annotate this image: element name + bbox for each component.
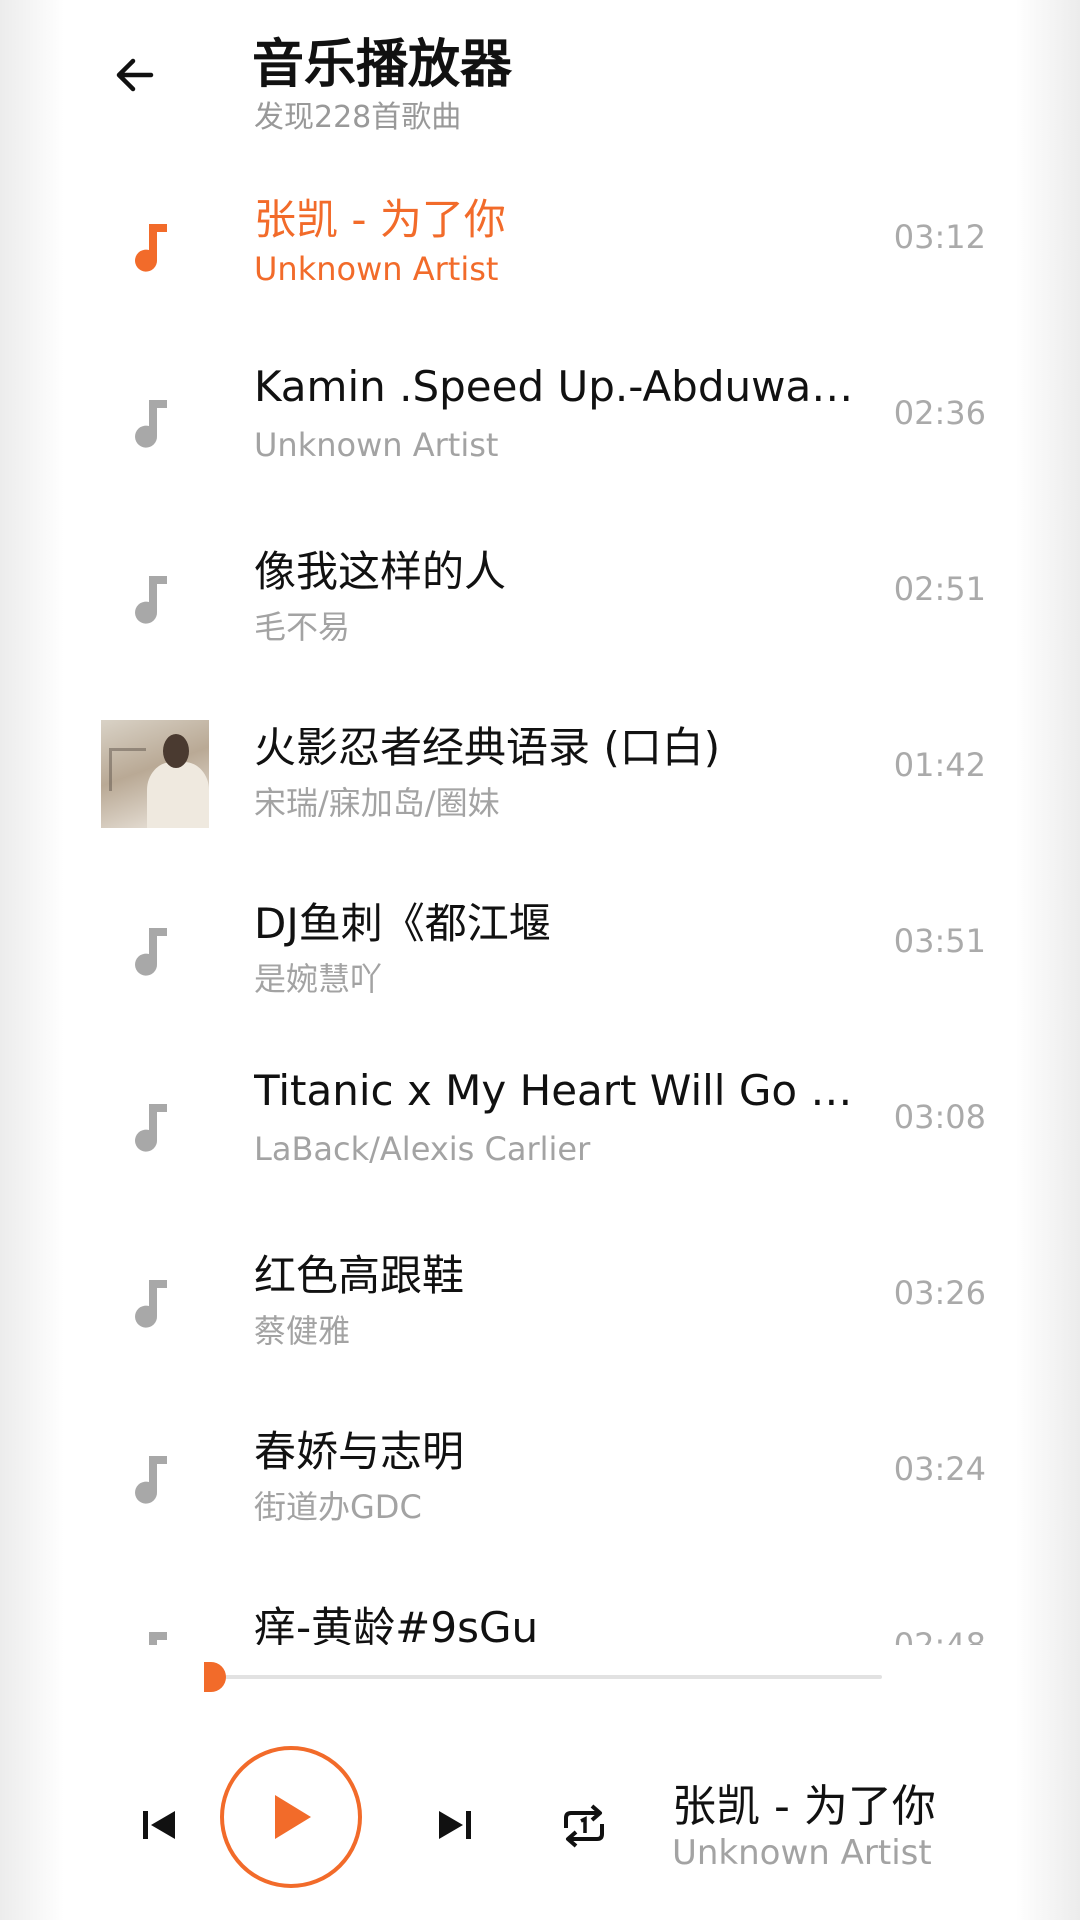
music-note-icon <box>101 192 209 300</box>
cover-lettering <box>109 748 146 791</box>
song-count-subtitle: 发现228首歌曲 <box>254 100 462 135</box>
skip-previous-icon <box>143 1811 175 1839</box>
music-note-icon <box>101 368 209 476</box>
album-cover <box>101 720 209 828</box>
note-shape <box>135 224 167 272</box>
song-artist: LaBack/Alexis Carlier <box>254 1130 591 1168</box>
list-item[interactable]: Kamin .Speed Up.-Abduwa… Unknown Artist … <box>64 336 1016 512</box>
play-button[interactable] <box>220 1746 362 1888</box>
song-duration: 03:26 <box>893 1274 986 1312</box>
song-duration: 03:51 <box>893 922 986 960</box>
song-title: DJ鱼刺《都江堰 <box>254 899 551 948</box>
song-artist: Unknown Artist <box>254 426 499 464</box>
music-note-icon <box>101 896 209 1004</box>
song-duration: 03:08 <box>893 1098 986 1136</box>
song-duration: 02:36 <box>893 394 986 432</box>
song-title: 张凯 - 为了你 <box>254 195 506 244</box>
progress-thumb[interactable] <box>204 1662 226 1692</box>
song-artist: 宋瑞/寐加岛/圈妹 <box>254 784 500 822</box>
song-title: 像我这样的人 <box>254 547 507 596</box>
repeat-button[interactable] <box>546 1788 622 1864</box>
music-player-screen: 音乐播放器 发现228首歌曲 张凯 - 为了你 Unknown Artist 0… <box>0 0 1080 1920</box>
list-item[interactable]: DJ鱼刺《都江堰 是婉慧吖 03:51 <box>64 864 1016 1040</box>
repeat-one-icon <box>564 1804 604 1848</box>
cover-figure <box>147 762 209 828</box>
header: 音乐播放器 发现228首歌曲 <box>0 0 1080 150</box>
music-note-icon <box>101 1072 209 1180</box>
list-item[interactable]: 张凯 - 为了你 Unknown Artist 03:12 <box>64 160 1016 336</box>
song-artist: 街道办GDC <box>254 1488 422 1526</box>
song-title: 痒-黄龄#9sGu <box>254 1603 539 1645</box>
list-item[interactable]: Titanic x My Heart Will Go … LaBack/Alex… <box>64 1040 1016 1216</box>
list-item[interactable]: 痒-黄龄#9sGu 02:48 <box>64 1568 1016 1645</box>
next-button[interactable] <box>420 1790 490 1860</box>
list-item[interactable]: 春娇与志明 街道办GDC 03:24 <box>64 1392 1016 1568</box>
song-duration: 03:24 <box>893 1450 986 1488</box>
music-note-icon <box>101 1248 209 1356</box>
song-list[interactable]: 张凯 - 为了你 Unknown Artist 03:12 Kamin .Spe… <box>0 160 1080 1645</box>
song-artist: 蔡健雅 <box>254 1312 351 1350</box>
list-item[interactable]: 火影忍者经典语录 (口白) 宋瑞/寐加岛/圈妹 01:42 <box>64 688 1016 864</box>
music-note-icon <box>101 1600 209 1645</box>
song-duration: 03:12 <box>893 218 986 256</box>
now-playing-artist: Unknown Artist <box>672 1833 932 1873</box>
song-title: Titanic x My Heart Will Go … <box>254 1066 853 1115</box>
song-title: 火影忍者经典语录 (口白) <box>254 723 721 772</box>
page-title: 音乐播放器 <box>252 35 513 95</box>
cover-figure-head <box>163 734 189 768</box>
song-artist: Unknown Artist <box>254 250 499 288</box>
now-playing-title: 张凯 - 为了你 <box>672 1781 936 1832</box>
list-item[interactable]: 像我这样的人 毛不易 02:51 <box>64 512 1016 688</box>
player-bar: 张凯 - 为了你 Unknown Artist <box>64 1648 1016 1920</box>
song-title: 红色高跟鞋 <box>254 1251 465 1300</box>
list-item[interactable]: 红色高跟鞋 蔡健雅 03:26 <box>64 1216 1016 1392</box>
song-artist: 是婉慧吖 <box>254 960 383 998</box>
progress-bar[interactable] <box>212 1675 882 1679</box>
skip-next-icon <box>439 1811 471 1839</box>
song-artist: 毛不易 <box>254 608 351 646</box>
previous-button[interactable] <box>124 1790 194 1860</box>
song-duration: 02:48 <box>893 1626 986 1645</box>
back-button[interactable] <box>100 40 170 110</box>
play-icon <box>275 1795 311 1839</box>
song-title: Kamin .Speed Up.-Abduwa… <box>254 362 854 411</box>
song-title: 春娇与志明 <box>254 1427 465 1476</box>
music-note-icon <box>101 1424 209 1532</box>
song-duration: 01:42 <box>893 746 986 784</box>
music-note-icon <box>101 544 209 652</box>
back-arrow-icon <box>116 58 154 92</box>
song-duration: 02:51 <box>893 570 986 608</box>
